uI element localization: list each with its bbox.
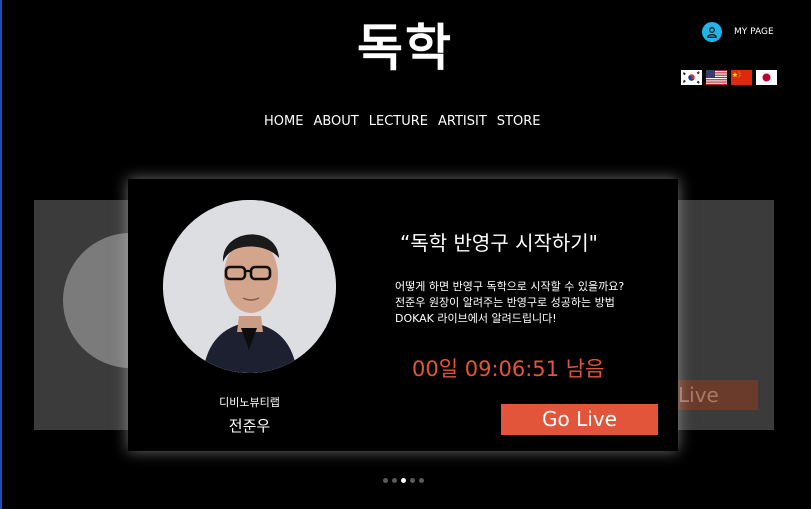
carousel-dot-5[interactable] — [419, 478, 424, 483]
lecture-description: 어떻게 하면 반영구 독학으로 시작할 수 있을까요? 전준우 원장이 알려주는… — [395, 279, 665, 327]
left-edge-border — [0, 0, 2, 509]
carousel-pagination — [383, 478, 424, 483]
japan-flag-icon[interactable] — [756, 70, 777, 85]
carousel-dot-4[interactable] — [410, 478, 415, 483]
instructor-name: 전준우 — [228, 417, 271, 435]
nav-artist[interactable]: ARTISIT — [438, 114, 487, 129]
carousel-dot-1[interactable] — [383, 478, 388, 483]
language-selector — [681, 70, 777, 85]
instructor-affiliation: 디비노뷰티랩 — [219, 396, 280, 409]
usa-flag-icon[interactable] — [706, 70, 727, 85]
live-lecture-card: 디비노뷰티랩 전준우 “독학 반영구 시작하기" 어떻게 하면 반영구 독학으로… — [128, 179, 678, 451]
description-line: 전준우 원장이 알려주는 반영구로 성공하는 방법 — [395, 296, 615, 309]
lecture-title: “독학 반영구 시작하기" — [400, 231, 598, 255]
nav-store[interactable]: STORE — [497, 114, 541, 129]
carousel-prev-card[interactable] — [34, 200, 198, 430]
next-card-live-button[interactable]: Live — [676, 380, 758, 410]
description-line: 어떻게 하면 반영구 독학으로 시작할 수 있을까요? — [395, 280, 625, 293]
nav-about[interactable]: ABOUT — [313, 114, 358, 129]
instructor-portrait — [163, 200, 336, 373]
carousel-next-card[interactable]: Live — [676, 200, 774, 430]
china-flag-icon[interactable] — [731, 70, 752, 85]
carousel-dot-3[interactable] — [401, 478, 406, 483]
nav-home[interactable]: HOME — [264, 114, 303, 129]
nav-lecture[interactable]: LECTURE — [369, 114, 428, 129]
main-nav: HOME ABOUT LECTURE ARTISIT STORE — [264, 114, 540, 129]
description-line: DOKAK 라이브에서 알려드립니다! — [395, 312, 557, 325]
go-live-button[interactable]: Go Live — [501, 404, 658, 435]
site-logo[interactable]: 독학 — [340, 8, 470, 80]
korea-flag-icon[interactable] — [681, 70, 702, 85]
carousel-dot-2[interactable] — [392, 478, 397, 483]
mypage-link[interactable]: MY PAGE — [702, 22, 774, 42]
countdown-timer: 00일 09:06:51 남음 — [412, 357, 605, 381]
user-icon[interactable] — [702, 22, 722, 42]
mypage-label[interactable]: MY PAGE — [734, 27, 774, 37]
